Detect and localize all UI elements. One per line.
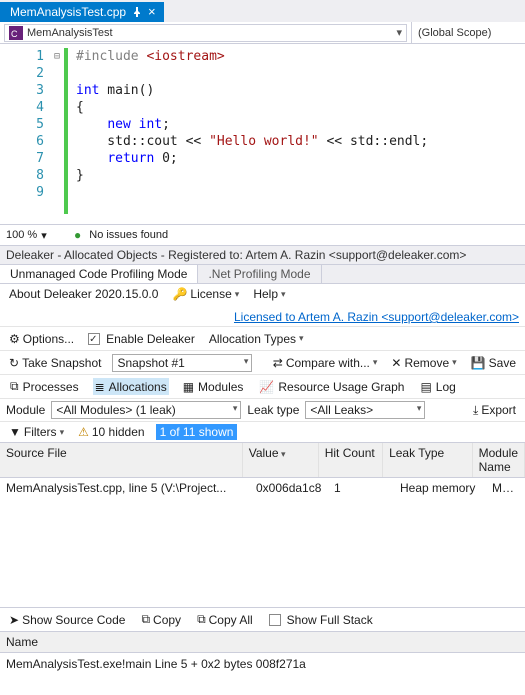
shown-count: 1 of 11 shown: [156, 424, 238, 440]
checkbox-icon: [88, 333, 100, 345]
col-module[interactable]: Module Name: [473, 443, 525, 477]
show-source-button[interactable]: ➤Show Source Code: [6, 612, 128, 628]
copy-icon: ⧉: [141, 612, 150, 627]
cell-module: MemAnalysisTest: [486, 481, 525, 495]
graph-icon: 📈: [259, 380, 274, 394]
compare-button[interactable]: ⇄Compare with...: [270, 355, 381, 371]
copy-all-icon: ⧉: [197, 612, 206, 627]
grid-header: Source File Value ▾ Hit Count Leak Type …: [0, 443, 525, 478]
log-icon: ▤: [420, 380, 431, 394]
svg-text:C: C: [11, 29, 18, 39]
fold-toggle[interactable]: ⊟: [50, 48, 64, 65]
take-snapshot-button[interactable]: ↻Take Snapshot: [6, 355, 104, 371]
process-icon: ⧉: [10, 379, 19, 394]
export-icon: ⤓: [473, 403, 478, 418]
compare-icon: ⇄: [273, 356, 283, 370]
tab-resource-graph[interactable]: 📈Resource Usage Graph: [257, 378, 406, 395]
pin-icon[interactable]: [132, 7, 142, 17]
panel-title: Deleaker - Allocated Objects - Registere…: [0, 246, 525, 265]
hidden-count[interactable]: ⚠10 hidden: [75, 424, 147, 440]
issues-text: No issues found: [89, 229, 168, 241]
save-icon: 💾: [471, 356, 486, 370]
tab-dotnet[interactable]: .Net Profiling Mode: [198, 265, 321, 283]
chevron-down-icon: ▾: [396, 26, 402, 39]
stack-header[interactable]: Name: [0, 631, 525, 653]
allocation-types-menu[interactable]: Allocation Types: [206, 331, 307, 347]
options-button[interactable]: ⚙Options...: [6, 331, 77, 347]
grid-body: MemAnalysisTest.cpp, line 5 (V:\Project.…: [0, 478, 525, 607]
scope-selector[interactable]: (Global Scope): [411, 22, 521, 43]
allocation-icon: ≣: [95, 380, 105, 394]
save-button[interactable]: 💾Save: [468, 355, 519, 371]
document-tab[interactable]: MemAnalysisTest.cpp ×: [0, 2, 164, 22]
col-hit[interactable]: Hit Count: [319, 443, 383, 477]
checkbox-icon: [269, 614, 281, 626]
col-leak[interactable]: Leak Type: [383, 443, 473, 477]
options-toolbar: ⚙Options... Enable Deleaker Allocation T…: [0, 327, 525, 351]
arrow-icon: ➤: [9, 613, 19, 627]
cpp-icon: C: [9, 26, 23, 40]
scope-value: (Global Scope): [418, 27, 491, 39]
key-icon: 🔑: [172, 287, 187, 301]
leak-type-selector[interactable]: <All Leaks>: [305, 401, 425, 419]
deleaker-panel: Deleaker - Allocated Objects - Registere…: [0, 246, 525, 695]
leak-type-label: Leak type: [247, 403, 299, 417]
module-selector[interactable]: <All Modules> (1 leak): [51, 401, 241, 419]
license-menu[interactable]: 🔑License: [169, 286, 242, 302]
profiling-mode-tabs: Unmanaged Code Profiling Mode .Net Profi…: [0, 265, 525, 284]
tab-unmanaged[interactable]: Unmanaged Code Profiling Mode: [0, 265, 198, 283]
help-menu[interactable]: Help: [250, 286, 288, 302]
tab-modules[interactable]: ▦Modules: [181, 378, 246, 395]
col-value[interactable]: Value ▾: [243, 443, 319, 477]
module-icon: ▦: [183, 380, 194, 394]
cell-source: MemAnalysisTest.cpp, line 5 (V:\Project.…: [0, 481, 250, 495]
about-button[interactable]: About Deleaker 2020.15.0.0: [6, 286, 161, 302]
tab-allocations[interactable]: ≣Allocations: [93, 378, 169, 395]
code-area[interactable]: #include <iostream> int main() { new int…: [68, 44, 525, 224]
class-selector[interactable]: C MemAnalysisTest ▾: [4, 24, 407, 42]
export-button[interactable]: ⤓Export: [470, 402, 519, 419]
check-icon: ●: [74, 228, 81, 242]
cell-value: 0x006da1c8: [250, 481, 328, 495]
stack-row[interactable]: MemAnalysisTest.exe!main Line 5 + 0x2 by…: [0, 653, 525, 695]
snapshot-selector[interactable]: Snapshot #1: [112, 354, 252, 372]
enable-checkbox[interactable]: Enable Deleaker: [85, 331, 198, 347]
snapshot-toolbar: ↻Take Snapshot Snapshot #1 ⇄Compare with…: [0, 351, 525, 375]
close-icon[interactable]: ×: [148, 7, 156, 17]
warning-icon: ⚠: [78, 425, 89, 439]
fold-gutter: ⊟: [50, 44, 64, 224]
cell-hit: 1: [328, 481, 394, 495]
stack-line: MemAnalysisTest.exe!main Line 5 + 0x2 by…: [6, 657, 306, 671]
cell-leak: Heap memory: [394, 481, 486, 495]
filters-button[interactable]: ▼Filters: [6, 424, 67, 440]
line-gutter: 123 456 789: [0, 44, 50, 224]
class-name: MemAnalysisTest: [27, 27, 113, 39]
editor-status-bar: 100 %▾ ● No issues found: [0, 224, 525, 246]
chevron-down-icon: ▾: [41, 229, 47, 242]
col-source[interactable]: Source File: [0, 443, 243, 477]
table-row[interactable]: MemAnalysisTest.cpp, line 5 (V:\Project.…: [0, 478, 525, 498]
delete-icon: ✕: [391, 356, 401, 370]
copy-button[interactable]: ⧉Copy: [138, 611, 184, 628]
refresh-icon: ↻: [9, 356, 19, 370]
filter-icon: ▼: [9, 425, 21, 439]
tab-log[interactable]: ▤Log: [418, 378, 457, 395]
filter-row: ▼Filters ⚠10 hidden 1 of 11 shown: [0, 422, 525, 443]
view-tabs: ⧉Processes ≣Allocations ▦Modules 📈Resour…: [0, 375, 525, 399]
code-editor[interactable]: 123 456 789 ⊟ #include <iostream> int ma…: [0, 44, 525, 224]
stack-toolbar: ➤Show Source Code ⧉Copy ⧉Copy All Show F…: [0, 607, 525, 631]
module-label: Module: [6, 403, 45, 417]
about-toolbar: About Deleaker 2020.15.0.0 🔑License Help…: [0, 284, 525, 327]
full-stack-checkbox[interactable]: Show Full Stack: [266, 612, 376, 628]
document-tabbar: MemAnalysisTest.cpp ×: [0, 0, 525, 22]
module-filter-row: Module <All Modules> (1 leak) Leak type …: [0, 399, 525, 422]
zoom-selector[interactable]: 100 %▾: [6, 229, 66, 242]
licensed-link[interactable]: Licensed to Artem A. Razin <support@dele…: [234, 310, 519, 324]
navigation-bar: C MemAnalysisTest ▾ (Global Scope): [0, 22, 525, 44]
copy-all-button[interactable]: ⧉Copy All: [194, 611, 256, 628]
gear-icon: ⚙: [9, 332, 20, 346]
tab-processes[interactable]: ⧉Processes: [8, 378, 81, 395]
tab-title: MemAnalysisTest.cpp: [10, 5, 126, 19]
remove-button[interactable]: ✕Remove: [388, 355, 459, 371]
